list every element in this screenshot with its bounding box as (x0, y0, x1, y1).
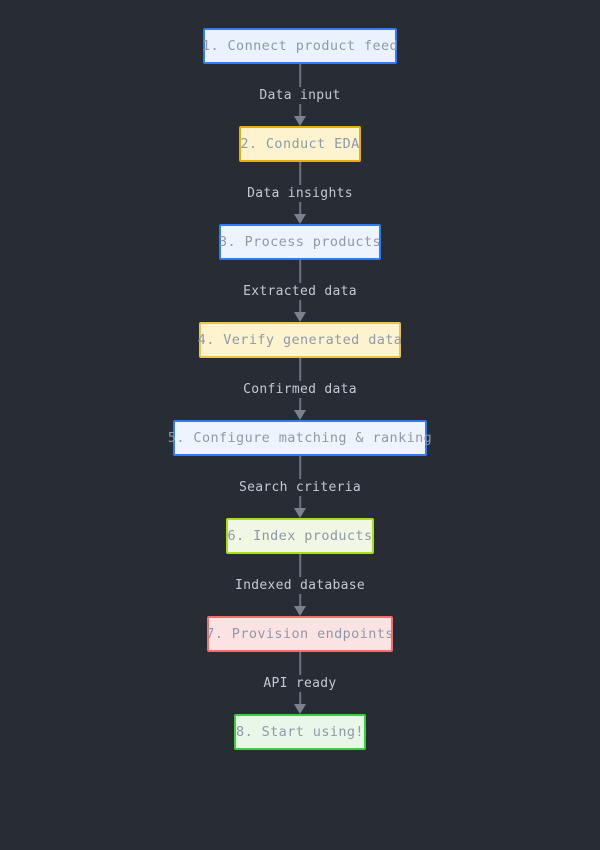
edge-line (299, 64, 301, 117)
flow-edge: Indexed database (220, 554, 380, 616)
edge-label: Extracted data (236, 282, 364, 300)
flowchart-canvas: Data input Data insights Extracted data Con… (0, 0, 600, 850)
arrowhead-icon (294, 214, 306, 224)
flow-node-label: 7. Provision endpoints (206, 626, 394, 642)
flow-node-label: 3. Process products (218, 234, 382, 250)
arrowhead-icon (294, 312, 306, 322)
arrowhead-icon (294, 606, 306, 616)
flow-node-n4[interactable]: 4. Verify generated data (197, 322, 403, 358)
flow-node-label: 5. Configure matching & ranking (167, 430, 433, 446)
edge-label: Data insights (240, 184, 360, 202)
flow-node-n3[interactable]: 3. Process products (219, 224, 381, 260)
arrowhead-icon (294, 508, 306, 518)
flow-node-n2[interactable]: 2. Conduct EDA (239, 126, 361, 162)
flow-node-label: 8. Start using! (236, 724, 364, 740)
flow-node-label: 6. Index products (227, 528, 373, 544)
flow-node-n8[interactable]: 8. Start using! (234, 714, 366, 750)
edge-label: Search criteria (232, 478, 368, 496)
edge-line (299, 162, 301, 215)
edge-label: Data input (252, 86, 348, 104)
edge-label: API ready (256, 674, 344, 692)
arrowhead-icon (294, 116, 306, 126)
flow-node-n7[interactable]: 7. Provision endpoints (206, 616, 394, 652)
flow-edge: Extracted data (220, 260, 380, 322)
flow-node-label: 4. Verify generated data (197, 332, 403, 348)
edge-line (299, 358, 301, 411)
flow-edge: API ready (220, 652, 380, 714)
flow-edge: Data input (220, 64, 380, 126)
edge-label: Indexed database (227, 576, 373, 594)
arrowhead-icon (294, 410, 306, 420)
flow-node-label: 1. Connect product feed (201, 38, 399, 54)
arrowhead-icon (294, 704, 306, 714)
edge-label: Confirmed data (236, 380, 364, 398)
flow-node-n6[interactable]: 6. Index products (226, 518, 374, 554)
edge-line (299, 554, 301, 607)
flow-edge: Search criteria (220, 456, 380, 518)
flow-node-n5[interactable]: 5. Configure matching & ranking (168, 420, 432, 456)
flow-node-label: 2. Conduct EDA (240, 136, 360, 152)
flow-edge: Data insights (220, 162, 380, 224)
flow-node-n1[interactable]: 1. Connect product feed (201, 28, 399, 64)
edge-line (299, 260, 301, 313)
edge-line (299, 652, 301, 705)
flow-edge: Confirmed data (220, 358, 380, 420)
edge-line (299, 456, 301, 509)
